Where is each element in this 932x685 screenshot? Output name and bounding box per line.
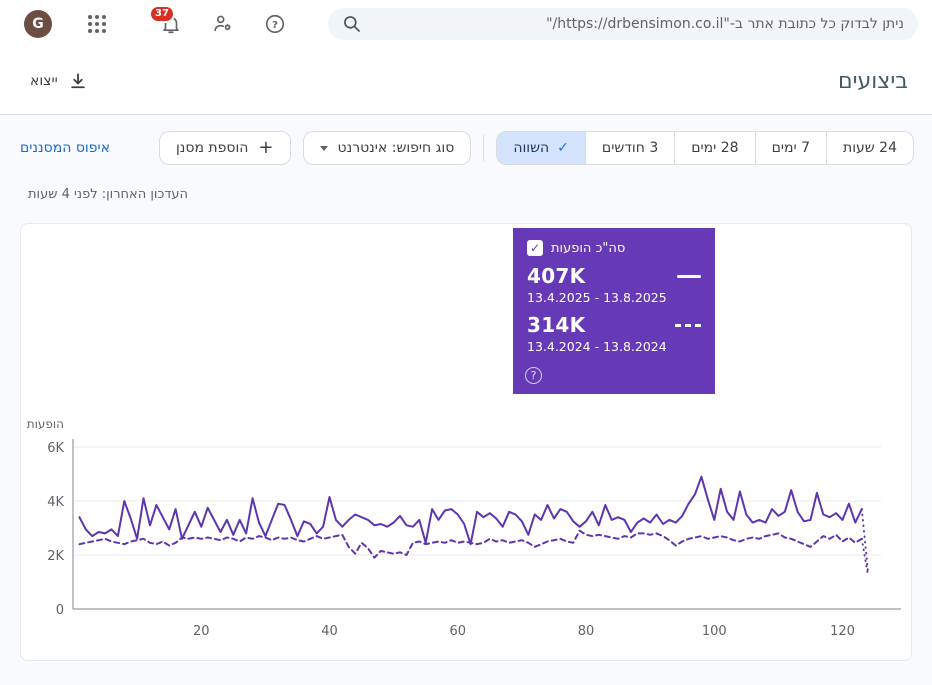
plus-icon: +: [258, 137, 274, 158]
help-icon[interactable]: ?: [262, 11, 288, 37]
search-icon: [344, 16, 360, 32]
download-icon: [71, 73, 85, 89]
total-impressions-checkbox[interactable]: ✓: [527, 240, 543, 256]
url-inspect-search-input[interactable]: ניתן לבדוק כל כתובת אתר ב-"https://drben…: [328, 8, 918, 40]
current-total: 407K: [527, 264, 586, 288]
tab-compare[interactable]: ✓ השווה: [497, 132, 585, 164]
chevron-down-icon: [319, 145, 328, 151]
add-filter-button[interactable]: + הוספת מסנן: [158, 131, 291, 165]
user-settings-icon[interactable]: [210, 11, 236, 37]
content-area: 24 שעות 7 ימים 28 ימים 3 חודשים ✓ השווה …: [0, 115, 932, 685]
search-placeholder: ניתן לבדוק כל כתובת אתר ב-"https://drben…: [546, 16, 904, 32]
svg-text:120: 120: [830, 624, 855, 639]
top-app-bar: ניתן לבדוק כל כתובת אתר ב-"https://drben…: [0, 0, 932, 48]
chart-legend: ✓ סה"כ הופעות 407K 13.4.2025 - 13.8.2025…: [513, 228, 715, 394]
last-update-text: העדכון האחרון: לפני 4 שעות: [28, 187, 189, 202]
tab-28-days[interactable]: 28 ימים: [674, 132, 754, 164]
svg-text:הופעות: הופעות: [27, 417, 64, 431]
legend-help-icon[interactable]: ?: [525, 367, 542, 384]
svg-text:60: 60: [449, 624, 466, 639]
legend-metric-label: סה"כ הופעות: [551, 240, 626, 256]
tab-compare-label: השווה: [513, 140, 550, 156]
svg-text:4K: 4K: [47, 495, 64, 510]
legend-entry-current: 407K 13.4.2025 - 13.8.2025: [527, 264, 701, 305]
previous-period: 13.4.2024 - 13.8.2024: [527, 339, 667, 354]
check-icon: ✓: [557, 140, 569, 156]
svg-text:100: 100: [702, 624, 727, 639]
solid-line-icon: [677, 274, 701, 278]
notifications-bell-icon[interactable]: 37: [149, 5, 184, 37]
filter-toolbar: 24 שעות 7 ימים 28 ימים 3 חודשים ✓ השווה …: [0, 115, 932, 165]
export-label: ייצוא: [30, 73, 58, 89]
add-filter-label: הוספת מסנן: [175, 140, 249, 156]
svg-text:0: 0: [56, 603, 64, 618]
last-update-row: העדכון האחרון: לפני 4 שעות: [0, 165, 932, 202]
svg-text:80: 80: [578, 624, 595, 639]
tab-24-hours[interactable]: 24 שעות: [826, 132, 913, 164]
impressions-chart-card: ✓ סה"כ הופעות 407K 13.4.2025 - 13.8.2025…: [20, 223, 912, 661]
account-avatar[interactable]: G: [24, 10, 52, 38]
reset-filters-link[interactable]: איפוס המסננים: [20, 140, 110, 156]
legend-entry-previous: 314K 13.4.2024 - 13.8.2024: [527, 313, 701, 354]
page-header: ביצועים ייצוא: [0, 48, 932, 114]
toolbar-divider: [483, 135, 485, 161]
svg-text:6K: 6K: [47, 441, 64, 456]
svg-text:20: 20: [193, 624, 210, 639]
apps-grid-icon[interactable]: [84, 11, 110, 37]
search-type-dropdown[interactable]: סוג חיפוש: אינטרנט: [302, 131, 472, 165]
search-type-label: סוג חיפוש: אינטרנט: [337, 140, 455, 156]
export-button[interactable]: ייצוא: [30, 71, 88, 91]
svg-text:?: ?: [272, 20, 278, 31]
tab-3-months[interactable]: 3 חודשים: [584, 132, 674, 164]
page-title: ביצועים: [838, 68, 908, 94]
current-period: 13.4.2025 - 13.8.2025: [527, 290, 667, 305]
impressions-line-chart[interactable]: 0 2K 4K 6K הופעות 20 40 60 80 100 120: [21, 412, 911, 656]
dashed-line-icon: [675, 323, 701, 327]
tab-7-days[interactable]: 7 ימים: [754, 132, 826, 164]
date-range-tabs: 24 שעות 7 ימים 28 ימים 3 חודשים ✓ השווה: [496, 131, 914, 165]
previous-total: 314K: [527, 313, 586, 337]
svg-text:2K: 2K: [47, 549, 64, 564]
notification-count-badge: 37: [149, 5, 175, 23]
svg-text:40: 40: [321, 624, 338, 639]
